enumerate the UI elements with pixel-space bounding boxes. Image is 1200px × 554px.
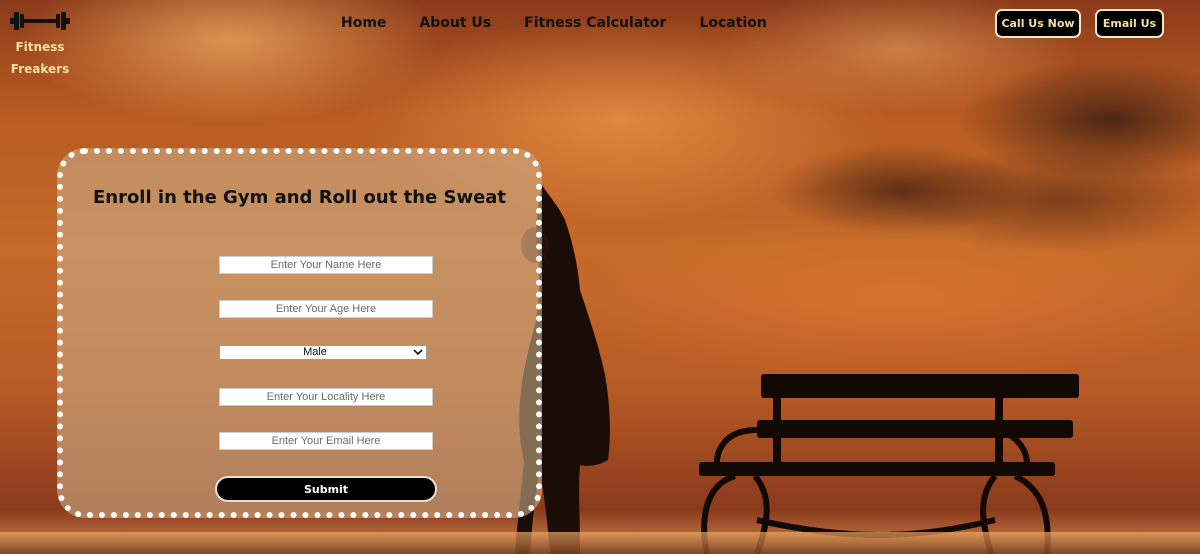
gender-select[interactable]: Male bbox=[219, 345, 427, 360]
bench-silhouette bbox=[699, 374, 1079, 554]
nav-link-about-us[interactable]: About Us bbox=[419, 13, 491, 33]
locality-input[interactable] bbox=[219, 388, 433, 406]
brand-name-line1: Fitness bbox=[15, 40, 65, 54]
nav-link-fitness-calculator[interactable]: Fitness Calculator bbox=[524, 13, 666, 33]
main-nav: Home About Us Fitness Calculator Locatio… bbox=[341, 13, 767, 33]
enroll-form-card: Enroll in the Gym and Roll out the Sweat… bbox=[57, 148, 542, 518]
email-input[interactable] bbox=[219, 432, 433, 450]
nav-link-home[interactable]: Home bbox=[341, 13, 386, 33]
nav-link-location[interactable]: Location bbox=[699, 13, 766, 33]
name-input[interactable] bbox=[219, 256, 433, 274]
brand-name-line2: Freakers bbox=[10, 62, 70, 76]
dumbbell-icon bbox=[10, 12, 70, 30]
brand-logo[interactable]: Fitness Freakers bbox=[8, 6, 72, 80]
email-us-button[interactable]: Email Us bbox=[1095, 9, 1164, 38]
horizon-light bbox=[0, 532, 1200, 554]
call-us-button[interactable]: Call Us Now bbox=[995, 9, 1081, 38]
gender-select-value: Male bbox=[303, 346, 327, 358]
submit-button[interactable]: Submit bbox=[215, 476, 437, 502]
age-input[interactable] bbox=[219, 300, 433, 318]
chevron-down-icon bbox=[410, 346, 426, 359]
form-title: Enroll in the Gym and Roll out the Sweat bbox=[92, 187, 507, 208]
